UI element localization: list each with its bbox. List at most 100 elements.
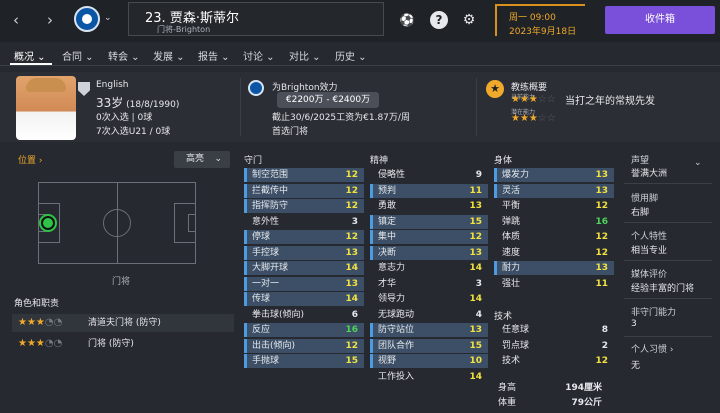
media-value[interactable]: 经验丰富的门将	[631, 281, 694, 294]
attribute-row[interactable]: 制空范围 12	[244, 168, 364, 182]
attribute-row[interactable]: 停球 12	[244, 230, 364, 244]
attribute-value: 12	[469, 232, 482, 242]
attribute-row[interactable]: 领导力 14	[370, 292, 488, 306]
attribute-row[interactable]: 技术 12	[494, 354, 614, 368]
attribute-row[interactable]: 速度 12	[494, 246, 614, 260]
attribute-name: 停球	[252, 232, 271, 242]
habits-value: 无	[631, 361, 641, 371]
attribute-row[interactable]: 预判 11	[370, 183, 488, 198]
attribute-row[interactable]: 团队合作 15	[370, 338, 488, 353]
tab-discussion[interactable]: 讨论 ⌄	[243, 48, 275, 63]
attribute-row[interactable]: 视野 10	[370, 354, 488, 368]
attribute-row[interactable]: 弹跳 16	[494, 215, 614, 229]
player-title-box[interactable]: 23. 贾森·斯蒂尔 门将-Brighton	[128, 2, 384, 36]
club-badge-icon[interactable]	[74, 6, 100, 32]
habits-label[interactable]: 个人习惯 ›	[631, 342, 673, 355]
player-avatar[interactable]	[16, 76, 76, 140]
squad-status[interactable]: 首选门将	[272, 124, 308, 137]
attribute-row[interactable]: 耐力 13	[494, 261, 614, 275]
key-attribute-marker	[244, 168, 247, 182]
team-icon[interactable]: ⚽	[398, 11, 416, 29]
help-icon[interactable]: ?	[430, 11, 448, 29]
attribute-value: 6	[351, 309, 358, 320]
attribute-row[interactable]: 出击(倾向) 12	[244, 338, 364, 353]
position-title[interactable]: 位置 ›	[18, 153, 42, 166]
attribute-value: 14	[469, 294, 482, 304]
chevron-down-icon[interactable]: ⌄	[104, 13, 112, 23]
chevron-down-icon[interactable]: ⌄	[694, 158, 702, 168]
chevron-right-icon[interactable]: ›	[42, 10, 58, 30]
tab-compare[interactable]: 对比 ⌄	[289, 48, 321, 63]
attribute-row[interactable]: 拳击球(倾向) 6	[244, 308, 364, 322]
age: 33岁	[96, 96, 124, 110]
attribute-value: 14	[469, 371, 482, 382]
attribute-row[interactable]: 一对一 13	[244, 276, 364, 291]
value-range-pill[interactable]: €2200万 - €2400万	[277, 92, 379, 108]
attribute-row[interactable]: 平衡 12	[494, 199, 614, 213]
tab-transfer[interactable]: 转会 ⌄	[108, 48, 140, 63]
attribute-row[interactable]: 任意球 8	[494, 323, 614, 337]
key-attribute-marker	[370, 323, 373, 337]
attribute-row[interactable]: 强壮 11	[494, 277, 614, 291]
attribute-row[interactable]: 侵略性 9	[370, 168, 488, 182]
personality-value[interactable]: 相当专业	[631, 243, 667, 256]
attribute-name: 领导力	[378, 294, 406, 304]
attribute-row[interactable]: 体质 12	[494, 230, 614, 244]
tab-history[interactable]: 历史 ⌄	[335, 48, 367, 63]
attribute-row[interactable]: 才华 3	[370, 277, 488, 291]
attribute-row[interactable]: 大脚开球 14	[244, 261, 364, 275]
attribute-row[interactable]: 爆发力 13	[494, 168, 614, 182]
attribute-value: 12	[595, 232, 608, 242]
attribute-name: 防守站位	[378, 325, 415, 335]
role-row[interactable]: ★★★◔◔ 门将 (防守)	[12, 335, 234, 353]
attribute-row[interactable]: 拦截传中 12	[244, 183, 364, 198]
attribute-row[interactable]: 指挥防守 12	[244, 199, 364, 213]
attribute-name: 镇定	[378, 216, 397, 227]
physical-title: 身体	[494, 156, 513, 166]
attribute-row[interactable]: 意外性 3	[244, 215, 364, 229]
attribute-row[interactable]: 工作投入 14	[370, 370, 488, 384]
attribute-row[interactable]: 反应 16	[244, 323, 364, 337]
attribute-row[interactable]: 手抛球 15	[244, 354, 364, 368]
inbox-button[interactable]: 收件箱	[605, 6, 715, 34]
attribute-row[interactable]: 灵活 13	[494, 183, 614, 198]
chevron-left-icon[interactable]: ‹	[8, 10, 24, 30]
attribute-row[interactable]: 防守站位 13	[370, 323, 488, 337]
key-attribute-marker	[244, 230, 247, 244]
attribute-row[interactable]: 镇定 15	[370, 214, 488, 229]
attribute-row[interactable]: 手控球 13	[244, 245, 364, 260]
attribute-row[interactable]: 集中 12	[370, 230, 488, 244]
attribute-row[interactable]: 无球跑动 4	[370, 308, 488, 322]
attribute-row[interactable]: 罚点球 2	[494, 339, 614, 353]
media-label: 媒体评价	[631, 270, 668, 280]
non-gk-value: 3	[631, 319, 637, 329]
key-attribute-marker	[494, 168, 497, 182]
attribute-name: 平衡	[502, 201, 521, 211]
attribute-name: 工作投入	[378, 371, 415, 382]
tab-development[interactable]: 发展 ⌄	[153, 48, 185, 63]
attribute-row[interactable]: 传球 14	[244, 292, 364, 306]
key-attribute-marker	[244, 245, 247, 260]
tab-overview[interactable]: 概况 ⌄	[14, 48, 46, 63]
attribute-row[interactable]: 勇敢 13	[370, 199, 488, 213]
role-row[interactable]: ★★★◔◔ 清道夫门将 (防守)	[12, 314, 234, 332]
attribute-name: 指挥防守	[252, 201, 289, 211]
attribute-name: 团队合作	[378, 340, 415, 351]
highlight-select[interactable]: 高亮 ⌄	[174, 151, 230, 168]
attribute-name: 意志力	[378, 263, 406, 273]
nationality[interactable]: English	[96, 80, 129, 90]
goalkeeper-position-marker[interactable]	[41, 216, 55, 230]
attribute-value: 12	[595, 356, 608, 366]
attribute-name: 勇敢	[378, 201, 397, 211]
attribute-row[interactable]: 意志力 14	[370, 261, 488, 275]
tab-reports[interactable]: 报告 ⌄	[198, 48, 230, 63]
foot-value: 右脚	[631, 208, 650, 218]
gear-icon[interactable]: ⚙	[460, 11, 478, 29]
attribute-value: 12	[345, 340, 358, 351]
tab-underline	[10, 63, 52, 65]
tab-contract[interactable]: 合同 ⌄	[62, 48, 94, 63]
date-panel[interactable]: 周一 09:00 2023年9月18日	[495, 4, 585, 37]
attribute-row[interactable]: 决断 13	[370, 245, 488, 260]
club-badge-icon[interactable]	[248, 80, 264, 96]
attribute-name: 决断	[378, 247, 397, 258]
